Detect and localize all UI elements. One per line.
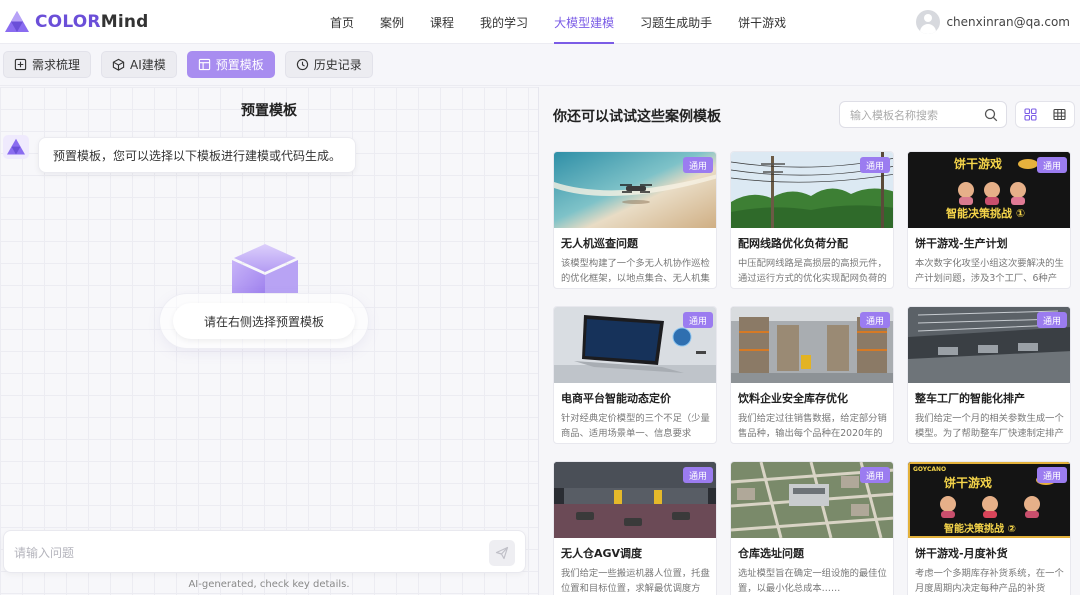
card-title: 配网线路优化负荷分配 [738,237,848,250]
ai-disclaimer: AI-generated, check key details. [188,579,350,590]
card-title: 饼干游戏-生产计划 [915,237,1008,250]
category-badge: 通用 [682,157,713,173]
template-card-agv[interactable]: 通用 无人仓AGV调度 我们给定一些搬运机器人位置，托盘位置和目标位置，求解最优… [553,461,717,595]
card-title: 电商平台智能动态定价 [561,392,671,405]
card-description: 选址模型旨在确定一组设施的最佳位置，以最小化总成本…… [738,568,887,594]
nav-item-my-learning[interactable]: 我的学习 [480,0,528,44]
send-button[interactable] [489,540,515,566]
question-input[interactable] [14,543,474,563]
clock-icon [296,58,308,71]
nav-item-biscuit-game[interactable]: 饼干游戏 [738,0,786,44]
plus-square-icon [14,58,27,71]
poster-title: 饼干游戏 [944,476,993,490]
card-title: 饮料企业安全库存优化 [738,392,848,405]
ai-modeling-button[interactable]: AI建模 [101,51,177,78]
category-badge: 通用 [1036,157,1067,173]
card-title: 无人机巡查问题 [561,237,638,250]
assistant-avatar [3,135,29,159]
nav-item-llm-modeling[interactable]: 大模型建模 [554,0,615,44]
category-badge: 通用 [859,312,890,328]
nav-item-courses[interactable]: 课程 [430,0,454,44]
brand-name: COLORMind [35,12,149,32]
grid-icon [1024,108,1037,121]
user-email: chenxinran@qa.com [946,15,1070,29]
assistant-message: 预置模板，您可以选择以下模板进行建模或代码生成。 [38,137,357,173]
template-card-warehouse-location[interactable]: 通用 仓库选址问题 选址模型旨在确定一组设施的最佳位置，以最小化总成本…… [730,461,894,595]
cube-icon [112,58,125,71]
nav-item-home[interactable]: 首页 [330,0,354,44]
panel-title: 预置模板 [241,103,297,119]
nav-item-cases[interactable]: 案例 [380,0,404,44]
card-title: 无人仓AGV调度 [561,547,643,560]
template-search-input[interactable] [850,107,980,123]
card-description: 我们给定过往销售数据，给定部分销售品种，输出每个品种在2020年的安全库存…… [738,413,887,439]
main-nav: 首页 案例 课程 我的学习 大模型建模 习题生成助手 饼干游戏 [330,0,812,44]
card-description: 我们给定一个月的相关参数生成一个模型。为了帮助整车厂快速制定排产计划…… [915,413,1064,439]
layout-icon [198,58,210,71]
template-card-dynamic-pricing[interactable]: 通用 电商平台智能动态定价 针对经典定价模型的三个不足（少量商品、适用场景单一、… [553,306,717,444]
template-search [839,101,1007,128]
category-badge: 通用 [682,467,713,483]
chat-panel: 预置模板 预置模板，您可以选择以下模板进行建模或代码生成。 请在右侧选择预置模板… [0,87,538,595]
preset-templates-button[interactable]: 预置模板 [186,51,275,78]
table-view-button[interactable] [1045,102,1074,127]
card-description: 我们给定一些搬运机器人位置，托盘位置和目标位置，求解最优调度方案…… [561,568,710,594]
nav-item-exercise-assistant[interactable]: 习题生成助手 [640,0,712,44]
user-menu[interactable]: chenxinran@qa.com [916,8,1070,36]
grid-view-button[interactable] [1016,102,1045,127]
brand-logo[interactable]: COLORMind [4,8,149,36]
templates-title: 你还可以试试这些案例模板 [553,109,721,125]
template-card-drone[interactable]: 通用 无人机巡查问题 该模型构建了一个多无人机协作巡检的优化框架，以地点集合、无… [553,151,717,289]
category-badge: 通用 [682,312,713,328]
preset-templates-label: 预置模板 [215,58,264,72]
chat-input-box [3,530,526,573]
category-badge: 通用 [1036,467,1067,483]
card-description: 针对经典定价模型的三个不足（少量商品、适用场景单一、信息要求高）…… [561,413,710,439]
card-description: 该模型构建了一个多无人机协作巡检的优化框架，以地点集合、无人机集合为基础…… [561,258,710,284]
top-navbar: COLORMind 首页 案例 课程 我的学习 大模型建模 习题生成助手 饼干游… [0,0,1080,44]
card-title: 饼干游戏-月度补货 [915,547,1008,560]
logo-icon [7,138,25,155]
template-card-biscuit-production[interactable]: 饼干游戏 智能决策挑战 ① 通用 饼干游戏-生产计划 本次数字化攻坚小组这次要解… [907,151,1071,289]
history-button[interactable]: 历史记录 [284,51,373,78]
poster-title: 饼干游戏 [954,157,1003,171]
poster-subtitle: 智能决策挑战 ① [946,207,1026,220]
card-description: 中压配网线路是高损层的高损元件，通过运行方式的优化实现配网负荷的合理分配…… [738,258,887,284]
history-label: 历史记录 [313,58,362,72]
card-title: 仓库选址问题 [738,547,804,560]
templates-panel: 你还可以试试这些案例模板 通用 无人机巡查问题 该 [539,87,1080,595]
ai-modeling-label: AI建模 [130,58,166,72]
table-icon [1053,108,1066,121]
template-card-powerline[interactable]: 通用 配网线路优化负荷分配 中压配网线路是高损层的高损元件，通过运行方式的优化实… [730,151,894,289]
requirements-button[interactable]: 需求梳理 [3,51,92,78]
card-description: 考虑一个多期库存补货系统，在一个月度周期内决定每种产品的补货量…… [915,568,1064,594]
empty-state-hint: 请在右侧选择预置模板 [173,303,355,339]
empty-box-icon [232,244,298,294]
search-icon[interactable] [984,108,998,122]
category-badge: 通用 [859,467,890,483]
poster-subtitle: 智能决策挑战 ② [944,524,1016,535]
avatar [916,10,941,34]
logo-icon [5,11,29,32]
poster-tag: GOYCANO [913,466,947,473]
view-toggle [1015,101,1075,128]
category-badge: 通用 [859,157,890,173]
card-title: 整车工厂的智能化排产 [915,392,1025,405]
mode-toolbar: 需求梳理 AI建模 预置模板 历史记录 [0,44,1080,86]
requirements-label: 需求梳理 [32,58,81,72]
card-description: 本次数字化攻坚小组这次要解决的生产计划问题，涉及3个工厂、6种产品…… [915,258,1064,284]
template-card-safety-stock[interactable]: 通用 饮料企业安全库存优化 我们给定过往销售数据，给定部分销售品种，输出每个品种… [730,306,894,444]
send-icon [495,546,509,560]
template-card-biscuit-replenishment[interactable]: GOYCANO 饼干游戏 智能决策挑战 ② 通用 饼干游戏-月度补货 考虑一个多… [907,461,1071,595]
template-card-vehicle-scheduling[interactable]: 通用 整车工厂的智能化排产 我们给定一个月的相关参数生成一个模型。为了帮助整车厂… [907,306,1071,444]
category-badge: 通用 [1036,312,1067,328]
